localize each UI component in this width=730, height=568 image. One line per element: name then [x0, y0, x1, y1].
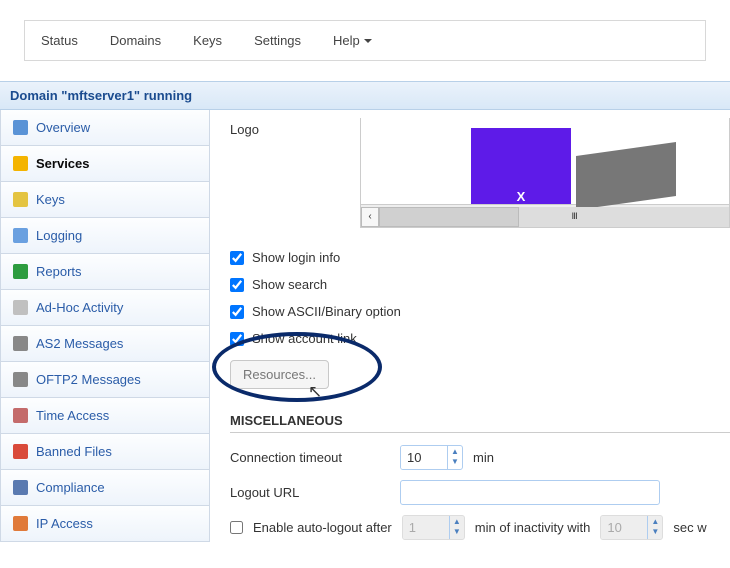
option-checkbox[interactable] [230, 332, 244, 346]
scroll-marker: Ⅲ [572, 211, 578, 222]
horizontal-scrollbar[interactable]: ‹ Ⅲ [361, 204, 729, 228]
sidebar-item-label: Compliance [36, 480, 105, 495]
time-icon [13, 408, 28, 423]
stepper-up-icon[interactable]: ▲ [448, 446, 462, 456]
sidebar-item-label: IP Access [36, 516, 93, 531]
auto-logout-min-input [403, 516, 449, 539]
resources-button[interactable]: Resources... [230, 360, 329, 389]
as2-icon [13, 336, 28, 351]
sidebar-item-ad-hoc-activity[interactable]: Ad-Hoc Activity [0, 290, 210, 326]
scroll-thumb[interactable] [379, 207, 519, 227]
stepper-up-icon: ▲ [648, 516, 662, 526]
sidebar: Overview Services Keys Logging Reports Ad-Hoc… [0, 110, 210, 550]
logout-url-input[interactable] [400, 480, 660, 505]
sidebar-item-label: OFTP2 Messages [36, 372, 141, 387]
keys-icon [13, 192, 28, 207]
sidebar-item-label: Reports [36, 264, 82, 279]
sidebar-item-label: Overview [36, 120, 90, 135]
nav-label: Help [333, 33, 360, 48]
auto-logout-checkbox[interactable] [230, 521, 243, 534]
logo-preview: X ‹ Ⅲ [360, 118, 730, 228]
sidebar-item-compliance[interactable]: Compliance [0, 470, 210, 506]
sidebar-item-keys[interactable]: Keys [0, 182, 210, 218]
stepper-up-icon: ▲ [450, 516, 464, 526]
nav-label: Settings [254, 33, 301, 48]
sidebar-item-services[interactable]: Services [0, 146, 210, 182]
conn-timeout-label: Connection timeout [230, 450, 390, 465]
miscellaneous-header: MISCELLANEOUS [230, 409, 730, 433]
sidebar-item-label: Ad-Hoc Activity [36, 300, 123, 315]
stepper-down-icon[interactable]: ▼ [448, 456, 462, 466]
logout-url-label: Logout URL [230, 485, 390, 500]
sidebar-item-label: Services [36, 156, 90, 171]
checkbox-row: Show account link [230, 331, 730, 346]
stepper-down-icon: ▼ [450, 526, 464, 536]
top-nav: Status Domains Keys Settings Help [24, 20, 706, 61]
sidebar-item-overview[interactable]: Overview [0, 110, 210, 146]
sidebar-item-label: AS2 Messages [36, 336, 123, 351]
nav-status[interactable]: Status [25, 21, 94, 60]
nav-label: Status [41, 33, 78, 48]
sidebar-item-label: Keys [36, 192, 65, 207]
auto-logout-mid: min of inactivity with [475, 520, 591, 535]
logo-gray-shape [576, 142, 676, 210]
option-checkbox[interactable] [230, 305, 244, 319]
compliance-icon [13, 480, 28, 495]
conn-timeout-input[interactable] [401, 446, 447, 469]
sidebar-item-oftp2-messages[interactable]: OFTP2 Messages [0, 362, 210, 398]
scroll-track[interactable]: Ⅲ [379, 207, 729, 227]
main-panel: Logo X ‹ Ⅲ Show login info Show search Sho… [210, 110, 730, 550]
logging-icon [13, 228, 28, 243]
logo-canvas: X [361, 118, 729, 204]
checkbox-row: Show login info [230, 250, 730, 265]
auto-logout-min-stepper: ▲▼ [402, 515, 465, 540]
sidebar-item-label: Banned Files [36, 444, 112, 459]
option-checkbox[interactable] [230, 278, 244, 292]
scroll-left-icon[interactable]: ‹ [361, 207, 379, 227]
oftp2-icon [13, 372, 28, 387]
sidebar-item-ip-access[interactable]: IP Access [0, 506, 210, 542]
nav-label: Domains [110, 33, 161, 48]
reports-icon [13, 264, 28, 279]
domain-status-bar: Domain "mftserver1" running [0, 81, 730, 110]
ipaccess-icon [13, 516, 28, 531]
stepper-down-icon: ▼ [648, 526, 662, 536]
auto-logout-sec-stepper: ▲▼ [600, 515, 663, 540]
conn-timeout-unit: min [473, 450, 494, 465]
checkbox-row: Show ASCII/Binary option [230, 304, 730, 319]
nav-settings[interactable]: Settings [238, 21, 317, 60]
logo-letter: X [517, 189, 526, 204]
option-label: Show login info [252, 250, 340, 265]
nav-domains[interactable]: Domains [94, 21, 177, 60]
auto-logout-tail: sec w [673, 520, 706, 535]
services-icon [13, 156, 28, 171]
nav-keys[interactable]: Keys [177, 21, 238, 60]
sidebar-item-as2-messages[interactable]: AS2 Messages [0, 326, 210, 362]
nav-label: Keys [193, 33, 222, 48]
checkbox-row: Show search [230, 277, 730, 292]
banned-icon [13, 444, 28, 459]
nav-help[interactable]: Help [317, 21, 388, 60]
logo-label: Logo [230, 118, 360, 137]
sidebar-item-label: Logging [36, 228, 82, 243]
overview-icon [13, 120, 28, 135]
sidebar-item-reports[interactable]: Reports [0, 254, 210, 290]
chevron-down-icon [364, 39, 372, 43]
auto-logout-sec-input [601, 516, 647, 539]
option-checkbox[interactable] [230, 251, 244, 265]
option-label: Show search [252, 277, 327, 292]
option-label: Show account link [252, 331, 357, 346]
sidebar-item-banned-files[interactable]: Banned Files [0, 434, 210, 470]
logo-purple-box: X [471, 128, 571, 204]
sidebar-item-label: Time Access [36, 408, 109, 423]
auto-logout-label: Enable auto-logout after [253, 520, 392, 535]
conn-timeout-stepper[interactable]: ▲ ▼ [400, 445, 463, 470]
option-label: Show ASCII/Binary option [252, 304, 401, 319]
sidebar-item-logging[interactable]: Logging [0, 218, 210, 254]
adhoc-icon [13, 300, 28, 315]
sidebar-item-time-access[interactable]: Time Access [0, 398, 210, 434]
